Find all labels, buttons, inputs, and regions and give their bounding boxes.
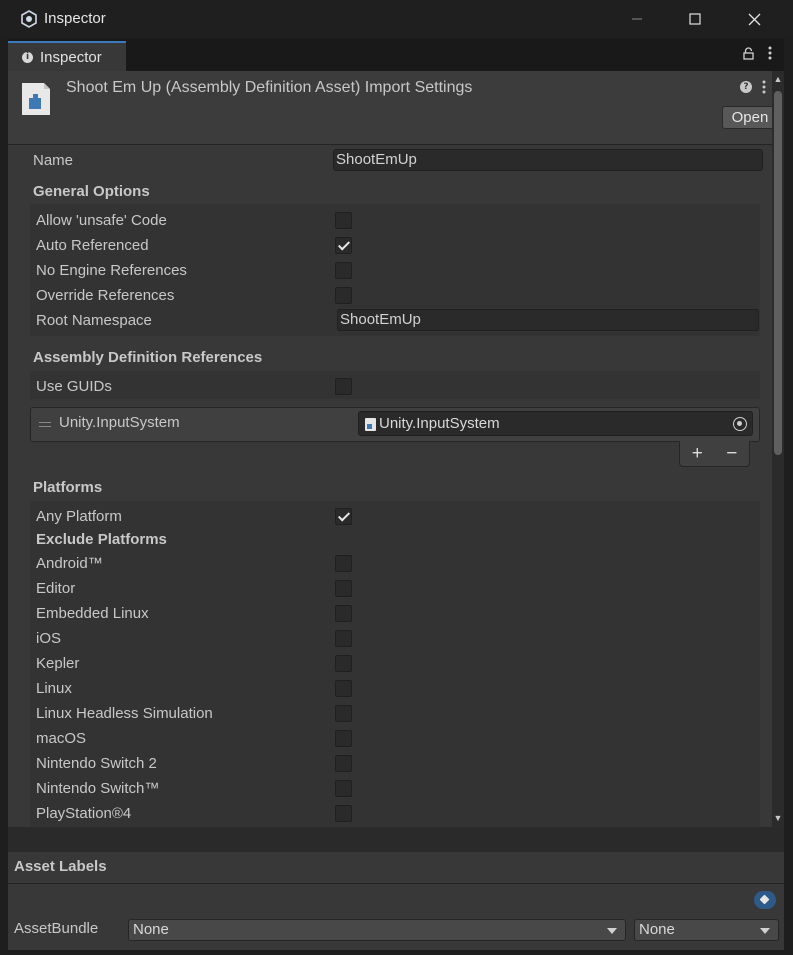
platform-label-editor: Editor <box>36 580 76 597</box>
info-icon: i <box>22 51 33 63</box>
assetbundle-value: None <box>133 921 169 938</box>
platform-checkbox-macos[interactable] <box>335 730 352 747</box>
maximize-button[interactable] <box>665 0 725 38</box>
any-platform-label: Any Platform <box>36 508 122 525</box>
any-platform-checkbox[interactable] <box>335 508 352 525</box>
scroll-down-arrow-icon[interactable]: ▼ <box>773 813 783 823</box>
inspector-header: Shoot Em Up (Assembly Definition Asset) … <box>8 71 784 145</box>
chevron-down-icon <box>607 928 617 934</box>
platform-checkbox-editor[interactable] <box>335 580 352 597</box>
asset-footer: Asset Labels AssetBundle None None <box>8 852 784 950</box>
assetbundle-dropdown[interactable]: None <box>128 919 626 941</box>
root-namespace-label: Root Namespace <box>36 312 152 329</box>
maximize-icon <box>689 13 701 25</box>
exclude-platforms-title: Exclude Platforms <box>36 531 167 548</box>
remove-reference-button[interactable]: − <box>726 443 737 465</box>
unity-logo-icon <box>21 10 37 28</box>
footer-separator <box>8 883 784 884</box>
platform-label-linux: Linux <box>36 680 72 697</box>
root-namespace-field[interactable]: ShootEmUp <box>337 309 759 331</box>
platform-label-android: Android™ <box>36 555 103 572</box>
platform-label-kepler: Kepler <box>36 655 80 672</box>
close-window-button[interactable] <box>724 0 784 38</box>
platform-checkbox-ios[interactable] <box>335 630 352 647</box>
header-title: Shoot Em Up (Assembly Definition Asset) … <box>66 79 473 96</box>
platform-checkbox-linux[interactable] <box>335 680 352 697</box>
assetbundle-label: AssetBundle <box>14 920 99 937</box>
tab-inspector[interactable]: i Inspector <box>8 41 126 71</box>
window-titlebar: Inspector <box>0 0 793 38</box>
platform-label-switch-2: Nintendo Switch 2 <box>36 755 157 772</box>
reference-object-field[interactable]: Unity.InputSystem <box>358 411 753 436</box>
window-title: Inspector <box>44 10 106 27</box>
no-engine-references-checkbox[interactable] <box>335 262 352 279</box>
assetbundle-variant-value: None <box>639 921 675 938</box>
platform-checkbox-ps4[interactable] <box>335 805 352 822</box>
use-guids-row <box>30 371 760 399</box>
drag-handle-icon[interactable] <box>39 422 51 427</box>
list-add-remove-footer: + − <box>679 441 750 467</box>
option-label-override-references: Override References <box>36 287 175 304</box>
kebab-menu-icon[interactable] <box>768 46 772 60</box>
minimize-button[interactable] <box>607 0 667 38</box>
override-references-checkbox[interactable] <box>335 287 352 304</box>
scroll-up-arrow-icon[interactable]: ▲ <box>773 74 783 84</box>
tab-tools <box>743 46 772 60</box>
chevron-down-icon <box>760 928 770 934</box>
option-label-allow-unsafe: Allow 'unsafe' Code <box>36 212 167 229</box>
platform-checkbox-kepler[interactable] <box>335 655 352 672</box>
platform-checkbox-embedded-linux[interactable] <box>335 605 352 622</box>
close-icon <box>748 13 760 25</box>
platform-label-switch: Nintendo Switch™ <box>36 780 160 797</box>
panel-divider[interactable] <box>8 827 784 852</box>
asset-file-icon <box>22 83 50 115</box>
scroll-thumb[interactable] <box>774 91 782 455</box>
tab-label: Inspector <box>40 48 102 66</box>
kebab-menu-icon[interactable] <box>762 80 766 94</box>
minimize-icon <box>632 18 642 20</box>
platform-label-ps4: PlayStation®4 <box>36 805 132 822</box>
reference-object-value: Unity.InputSystem <box>379 415 500 432</box>
platform-checkbox-switch[interactable] <box>335 780 352 797</box>
header-tools: ? <box>740 80 766 94</box>
asset-labels-title: Asset Labels <box>14 858 107 875</box>
import-settings-panel: Name ShootEmUp General Options Allow 'un… <box>8 145 772 827</box>
use-guids-label: Use GUIDs <box>36 378 112 395</box>
lock-icon[interactable] <box>743 46 754 60</box>
allow-unsafe-checkbox[interactable] <box>335 212 352 229</box>
platform-label-linux-headless: Linux Headless Simulation <box>36 705 213 722</box>
asset-file-icon <box>365 418 376 431</box>
platform-checkbox-switch-2[interactable] <box>335 755 352 772</box>
platform-label-embedded-linux: Embedded Linux <box>36 605 149 622</box>
platforms-group <box>30 501 760 827</box>
help-icon[interactable]: ? <box>740 81 752 93</box>
add-reference-button[interactable]: + <box>692 443 703 465</box>
option-label-no-engine-references: No Engine References <box>36 262 187 279</box>
platform-checkbox-linux-headless[interactable] <box>335 705 352 722</box>
object-picker-icon[interactable] <box>733 417 747 431</box>
platforms-title: Platforms <box>33 479 103 496</box>
name-label: Name <box>33 152 74 169</box>
name-field[interactable]: ShootEmUp <box>333 149 763 171</box>
platform-label-ios: iOS <box>36 630 62 647</box>
reference-item-label: Unity.InputSystem <box>59 414 180 431</box>
tab-bar: i Inspector <box>8 38 784 71</box>
tag-icon[interactable] <box>754 891 776 909</box>
option-label-auto-referenced: Auto Referenced <box>36 237 149 254</box>
list-item[interactable]: Unity.InputSystem Unity.InputSystem <box>30 407 760 442</box>
vertical-scrollbar[interactable]: ▲ ▼ <box>772 71 784 827</box>
open-button[interactable]: Open <box>722 106 778 129</box>
assetbundle-variant-dropdown[interactable]: None <box>634 919 779 941</box>
references-title: Assembly Definition References <box>33 349 263 366</box>
platform-label-macos: macOS <box>36 730 87 747</box>
general-options-title: General Options <box>33 183 150 200</box>
use-guids-checkbox[interactable] <box>335 378 352 395</box>
platform-checkbox-android[interactable] <box>335 555 352 572</box>
auto-referenced-checkbox[interactable] <box>335 237 352 254</box>
